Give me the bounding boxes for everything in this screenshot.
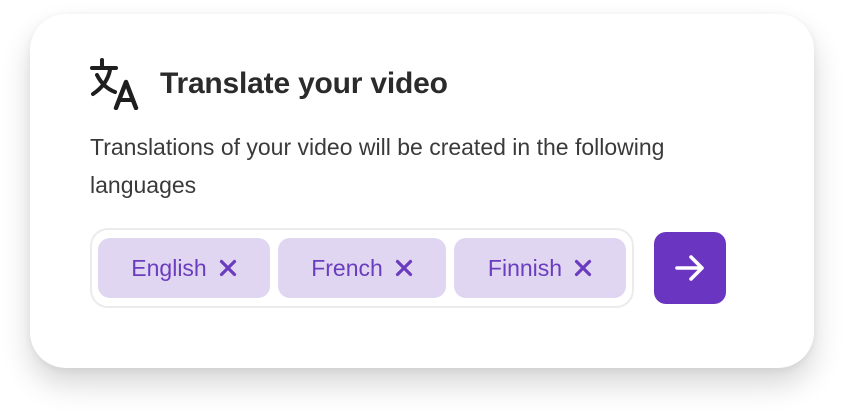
language-tag-english: English [98,238,270,298]
translate-icon [90,58,139,110]
arrow-right-icon [675,255,704,281]
close-icon[interactable] [574,259,592,277]
language-tag-label: French [311,254,383,281]
language-tag-finnish: Finnish [454,238,626,298]
translate-card: Translate your video Translations of you… [30,14,814,368]
language-tag-label: Finnish [487,254,563,281]
card-header: Translate your video [90,58,448,110]
card-title: Translate your video [160,67,448,100]
language-tag-french: French [278,238,446,298]
language-tags-input[interactable]: English French Finnish [90,228,634,308]
close-icon[interactable] [219,259,237,277]
next-button[interactable] [654,232,726,304]
language-tag-label: English [131,254,207,281]
close-icon[interactable] [395,259,413,277]
card-description: Translations of your video will be creat… [90,134,665,198]
